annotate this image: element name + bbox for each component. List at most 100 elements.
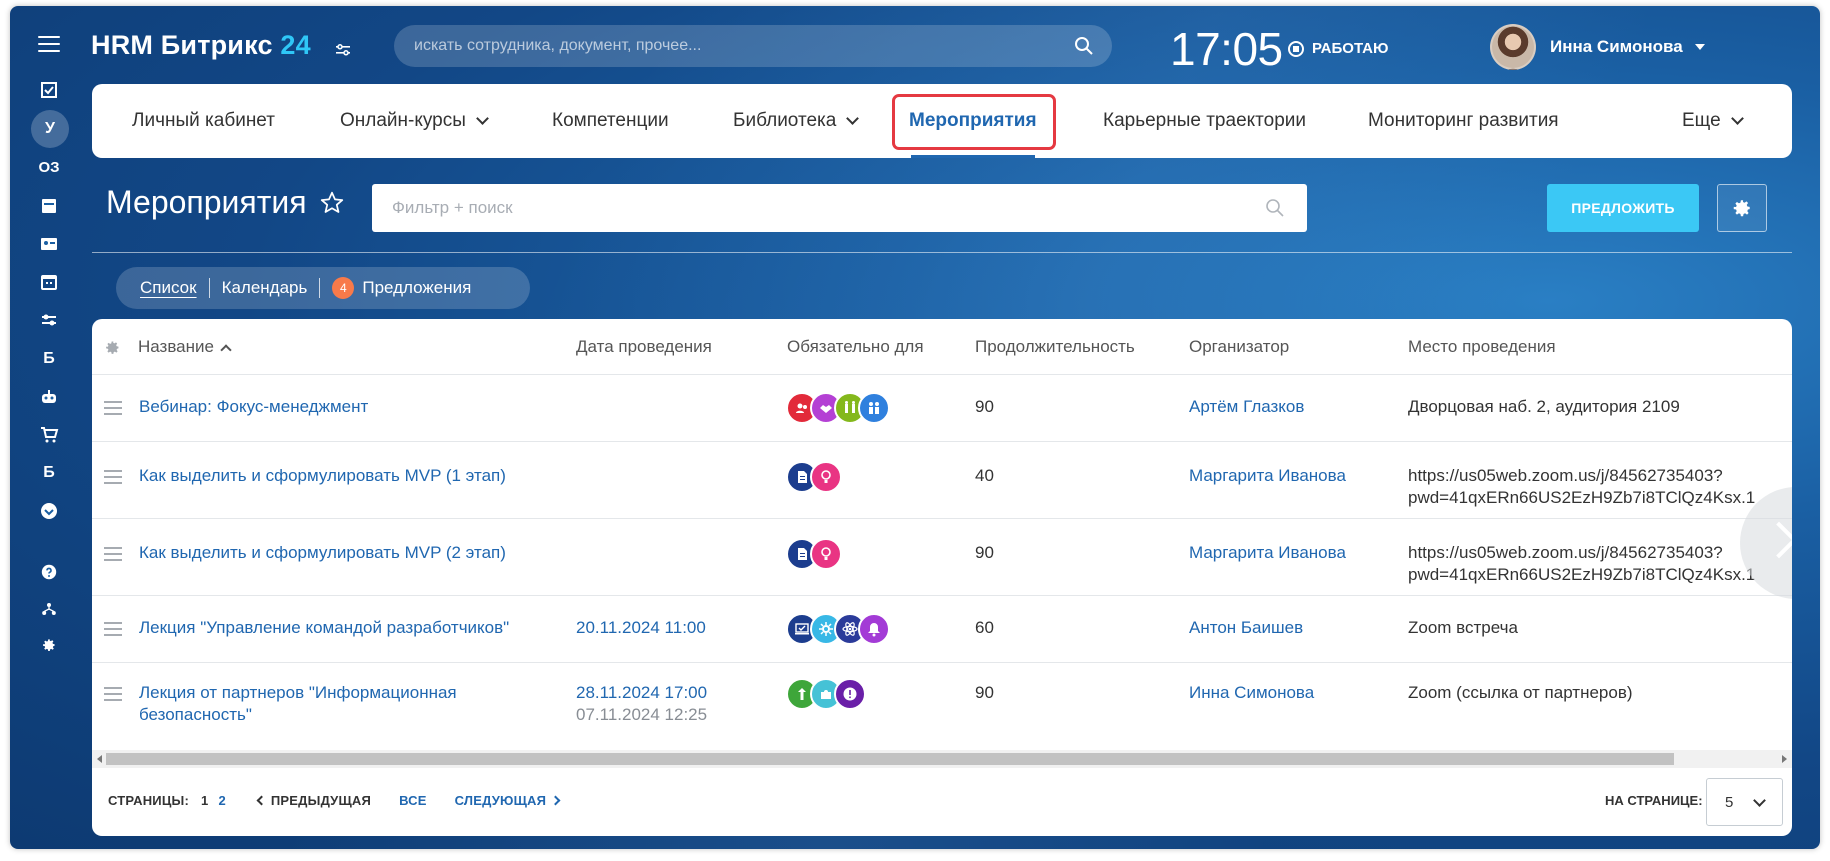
page-title: Мероприятия — [106, 184, 345, 221]
contact-card-icon[interactable] — [30, 227, 68, 261]
organizer-link[interactable]: Артём Глазков — [1189, 396, 1304, 418]
filter-search[interactable] — [372, 184, 1307, 232]
organizer-link[interactable]: Антон Баишев — [1189, 617, 1303, 639]
scroll-left-arrow-icon[interactable] — [97, 755, 102, 763]
users-icon[interactable] — [858, 392, 890, 424]
drag-handle-icon[interactable] — [104, 470, 122, 488]
column-header-required-for[interactable]: Обязательно для — [787, 319, 924, 375]
structure-icon[interactable] — [30, 592, 68, 626]
calendar-icon[interactable] — [30, 265, 68, 299]
event-date[interactable]: 20.11.2024 11:00 — [576, 617, 706, 639]
sliders-icon[interactable] — [30, 303, 68, 337]
event-name-link[interactable]: Как выделить и сформулировать MVP (1 эта… — [139, 465, 506, 487]
sidebar-item-u[interactable]: У — [31, 110, 69, 148]
organizer-link[interactable]: Инна Симонова — [1189, 682, 1314, 704]
table-row[interactable]: Как выделить и сформулировать MVP (1 эта… — [92, 442, 1792, 519]
work-status[interactable]: РАБОТАЮ — [1288, 40, 1389, 57]
duration: 90 — [975, 683, 994, 702]
settings-gear-icon[interactable] — [30, 628, 68, 662]
global-search-input[interactable] — [414, 37, 1054, 55]
duration: 90 — [975, 397, 994, 416]
drag-handle-icon[interactable] — [104, 622, 122, 640]
alert-icon[interactable] — [834, 678, 866, 710]
bell-icon[interactable] — [858, 613, 890, 645]
all-pages-link[interactable]: ВСЕ — [399, 793, 427, 808]
column-settings-gear-icon[interactable] — [104, 339, 121, 356]
drag-handle-icon[interactable] — [104, 401, 122, 419]
robot-icon[interactable] — [30, 380, 68, 414]
tab-personal-cabinet[interactable]: Личный кабинет — [132, 84, 275, 158]
chevron-circle-icon[interactable] — [30, 494, 68, 528]
event-name-link[interactable]: Как выделить и сформулировать MVP (2 эта… — [139, 542, 506, 564]
event-date[interactable]: 28.11.2024 17:00 07.11.2024 12:25 — [576, 682, 707, 726]
column-header-date[interactable]: Дата проведения — [576, 319, 712, 375]
chevron-down-icon — [1753, 794, 1766, 807]
global-search[interactable] — [394, 25, 1112, 67]
shopping-cart-icon[interactable] — [30, 418, 68, 452]
tab-competencies[interactable]: Компетенции — [552, 84, 669, 158]
duration: 40 — [975, 466, 994, 485]
star-icon[interactable] — [319, 190, 345, 216]
search-icon[interactable] — [1074, 36, 1094, 56]
lightbulb-icon[interactable] — [810, 461, 842, 493]
help-icon[interactable] — [30, 555, 68, 589]
sidebar-item-oz[interactable]: ОЗ — [30, 150, 68, 184]
page-settings-button[interactable] — [1717, 184, 1767, 232]
gear-icon — [1733, 200, 1750, 217]
place: https://us05web.zoom.us/j/84562735403? p… — [1408, 466, 1756, 507]
propose-button[interactable]: ПРЕДЛОЖИТЬ — [1547, 184, 1699, 232]
table-row[interactable]: Как выделить и сформулировать MVP (2 эта… — [92, 519, 1792, 596]
clock[interactable]: 17:05 — [1170, 22, 1283, 76]
table-row[interactable]: Лекция "Управление командой разработчико… — [92, 596, 1792, 663]
scrollbar-thumb[interactable] — [106, 753, 1674, 765]
column-header-duration[interactable]: Продолжительность — [975, 319, 1135, 375]
app-logo[interactable]: HRM Битрикс 24 — [91, 30, 311, 61]
prev-page-button[interactable]: ПРЕДЫДУЩАЯ — [256, 793, 371, 808]
tab-more[interactable]: Еще — [1682, 84, 1744, 158]
view-list[interactable]: Список — [140, 278, 197, 298]
table-row[interactable]: Лекция от партнеров "Информационная безо… — [92, 663, 1792, 750]
horizontal-scrollbar[interactable] — [92, 750, 1792, 768]
user-menu[interactable]: Инна Симонова — [1490, 24, 1705, 70]
drag-handle-icon[interactable] — [104, 547, 122, 565]
chevron-down-icon — [1730, 112, 1744, 125]
chevron-down-icon — [846, 112, 860, 125]
required-groups — [786, 461, 842, 493]
column-header-name[interactable]: Название — [138, 319, 232, 375]
view-proposals[interactable]: 4 Предложения — [332, 277, 471, 299]
per-page-select[interactable]: 5 — [1706, 778, 1783, 826]
filter-search-input[interactable] — [392, 198, 1242, 218]
event-name-link[interactable]: Лекция "Управление командой разработчико… — [139, 617, 509, 639]
column-header-organizer[interactable]: Организатор — [1189, 319, 1289, 375]
event-name-link[interactable]: Вебинар: Фокус-менеджмент — [139, 396, 368, 418]
lightbulb-icon[interactable] — [810, 538, 842, 570]
place: https://us05web.zoom.us/j/84562735403? p… — [1408, 543, 1756, 584]
logo-settings-icon[interactable] — [335, 42, 351, 58]
required-groups — [786, 678, 866, 710]
view-switcher: Список Календарь 4 Предложения — [116, 267, 530, 309]
page-link-2[interactable]: 2 — [218, 793, 225, 808]
sidebar-item-b2[interactable]: Б — [30, 456, 68, 490]
organizer-link[interactable]: Маргарита Иванова — [1189, 465, 1346, 487]
event-name-link[interactable]: Лекция от партнеров "Информационная безо… — [139, 682, 457, 726]
view-calendar[interactable]: Календарь — [222, 278, 308, 298]
tab-development-monitoring[interactable]: Мониторинг развития — [1368, 84, 1559, 158]
organizer-link[interactable]: Маргарита Иванова — [1189, 542, 1346, 564]
column-header-place[interactable]: Место проведения — [1408, 319, 1556, 375]
sidebar-item-b1[interactable]: Б — [30, 342, 68, 376]
tab-library[interactable]: Библиотека — [733, 84, 860, 158]
scroll-right-arrow-icon[interactable] — [1782, 755, 1787, 763]
tasks-check-icon[interactable] — [30, 73, 68, 107]
events-table: Название Дата проведения Обязательно для… — [92, 319, 1792, 836]
tab-online-courses[interactable]: Онлайн-курсы — [340, 84, 489, 158]
tab-career-paths[interactable]: Карьерные траектории — [1103, 84, 1306, 158]
left-sidebar: У ОЗ Б Б — [10, 6, 88, 849]
calendar-page-icon[interactable] — [30, 189, 68, 223]
hamburger-menu-icon[interactable] — [38, 36, 60, 52]
chevron-left-icon — [256, 795, 267, 806]
search-icon[interactable] — [1265, 198, 1285, 218]
next-page-button[interactable]: СЛЕДУЮЩАЯ — [455, 793, 561, 808]
drag-handle-icon[interactable] — [104, 687, 122, 705]
duration: 90 — [975, 543, 994, 562]
table-row[interactable]: Вебинар: Фокус-менеджмент 90 Артём Глазк… — [92, 375, 1792, 442]
